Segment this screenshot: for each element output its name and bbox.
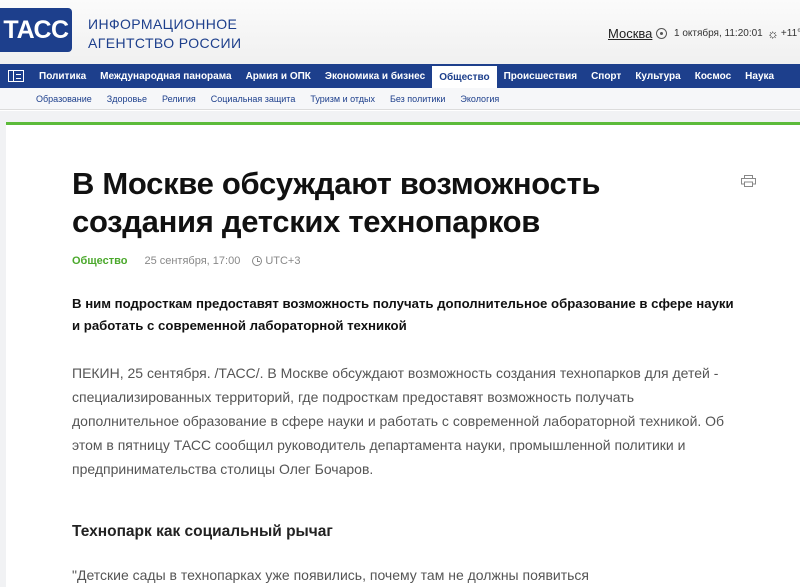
clock-icon (252, 256, 263, 266)
main-nav: Политика Международная панорама Армия и … (0, 64, 800, 88)
article-body: ПЕКИН, 25 сентября. /ТАСС/. В Москве обс… (72, 365, 725, 477)
site-header: ТАСС ИНФОРМАЦИОННОЕ АГЕНТСТВО РОССИИ Мос… (0, 0, 800, 65)
city-label: Москва (608, 26, 653, 41)
location-icon (656, 28, 668, 39)
article-rubric[interactable]: Общество (72, 255, 127, 267)
agency-line-2: АГЕНТСТВО РОССИИ (88, 35, 242, 51)
menu-button[interactable] (0, 64, 32, 88)
publish-date: 25 сентября, 17:00 (144, 255, 241, 267)
nav-item-culture[interactable]: Культура (628, 64, 687, 88)
print-icon[interactable] (741, 175, 756, 187)
nav-item-science[interactable]: Наука (738, 64, 781, 88)
sun-icon: ☼ (767, 26, 779, 41)
temperature: +11° (780, 28, 800, 39)
weather-widget[interactable]: ☼ +11° (767, 26, 800, 41)
current-datetime: 1 октября, 11:20:01 (674, 28, 763, 39)
nav-item-sport[interactable]: Спорт (584, 64, 628, 88)
nav-item-incidents[interactable]: Происшествия (497, 64, 584, 88)
subnav-item-no-politics[interactable]: Без политики (390, 94, 445, 104)
nav-item-army[interactable]: Армия и ОПК (239, 64, 318, 88)
timezone-label: UTC+3 (265, 255, 301, 267)
timezone: UTC+3 (252, 255, 300, 267)
article-lead: В ним подросткам предоставят возможность… (72, 296, 734, 333)
nav-item-society[interactable]: Общество (432, 64, 497, 88)
subnav-item-religion[interactable]: Религия (162, 94, 196, 104)
article-quote: "Детские сады в технопарках уже появилис… (72, 567, 589, 583)
tass-logo[interactable]: ТАСС (0, 8, 72, 52)
nav-item-politics[interactable]: Политика (32, 64, 93, 88)
subnav-item-health[interactable]: Здоровье (107, 94, 147, 104)
nav-item-economy[interactable]: Экономика и бизнес (318, 64, 432, 88)
nav-item-space[interactable]: Космос (688, 64, 738, 88)
subnav-item-social[interactable]: Социальная защита (211, 94, 296, 104)
logo-text: ТАСС (3, 15, 69, 44)
article-subheading: Технопарк как социальный рычаг (72, 523, 333, 540)
subnav-item-tourism[interactable]: Туризм и отдых (310, 94, 375, 104)
agency-line-1: ИНФОРМАЦИОННОЕ (88, 16, 238, 32)
agency-name: ИНФОРМАЦИОННОЕ АГЕНТСТВО РОССИИ (88, 15, 241, 53)
subnav-item-education[interactable]: Образование (36, 94, 92, 104)
article-title: В Москве обсуждают возможность создания … (72, 166, 601, 239)
sub-nav: Образование Здоровье Религия Социальная … (0, 88, 800, 110)
city-selector[interactable]: Москва (608, 26, 668, 41)
nav-item-world[interactable]: Международная панорама (93, 64, 238, 88)
subnav-item-ecology[interactable]: Экология (460, 94, 499, 104)
article-meta: Общество 25 сентября, 17:00 UTC+3 (72, 255, 300, 267)
menu-icon (8, 70, 24, 82)
